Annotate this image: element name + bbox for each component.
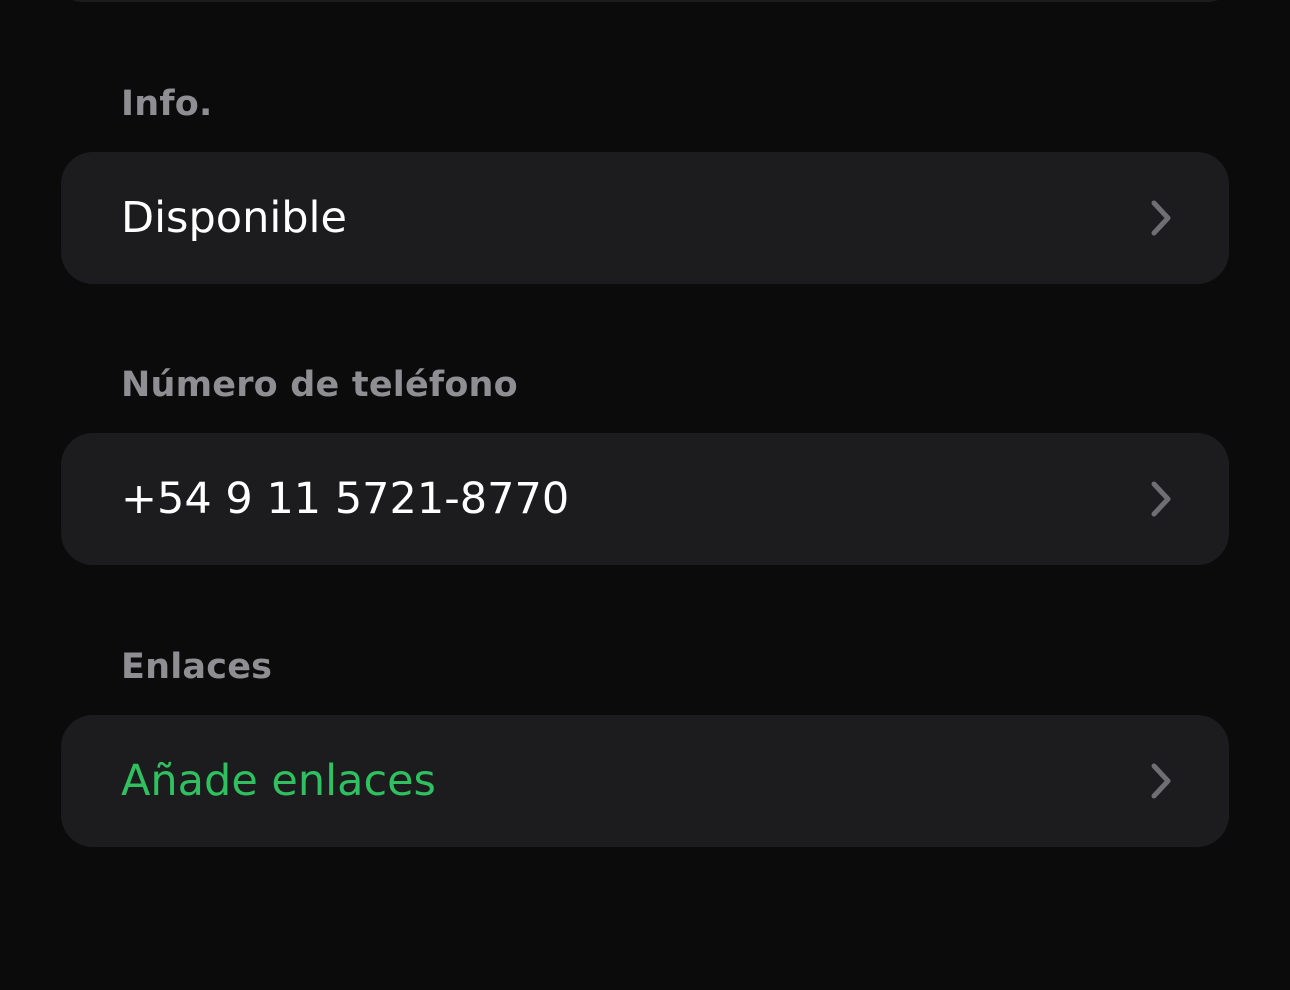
info-section-header: Info. <box>121 84 213 124</box>
chevron-right-icon <box>1151 200 1171 236</box>
previous-card-edge <box>60 0 1230 2</box>
links-section-header: Enlaces <box>121 647 273 687</box>
phone-section-header: Número de teléfono <box>121 365 518 405</box>
add-links-row[interactable]: Añade enlaces <box>61 715 1229 847</box>
profile-details-page: Info. Disponible Número de teléfono +54 … <box>0 0 1290 990</box>
chevron-right-icon <box>1151 481 1171 517</box>
phone-number-value: +54 9 11 5721-8770 <box>121 474 570 524</box>
add-links-label: Añade enlaces <box>121 756 436 806</box>
phone-number-row[interactable]: +54 9 11 5721-8770 <box>61 433 1229 565</box>
about-value: Disponible <box>121 193 347 243</box>
about-row[interactable]: Disponible <box>61 152 1229 284</box>
chevron-right-icon <box>1151 763 1171 799</box>
